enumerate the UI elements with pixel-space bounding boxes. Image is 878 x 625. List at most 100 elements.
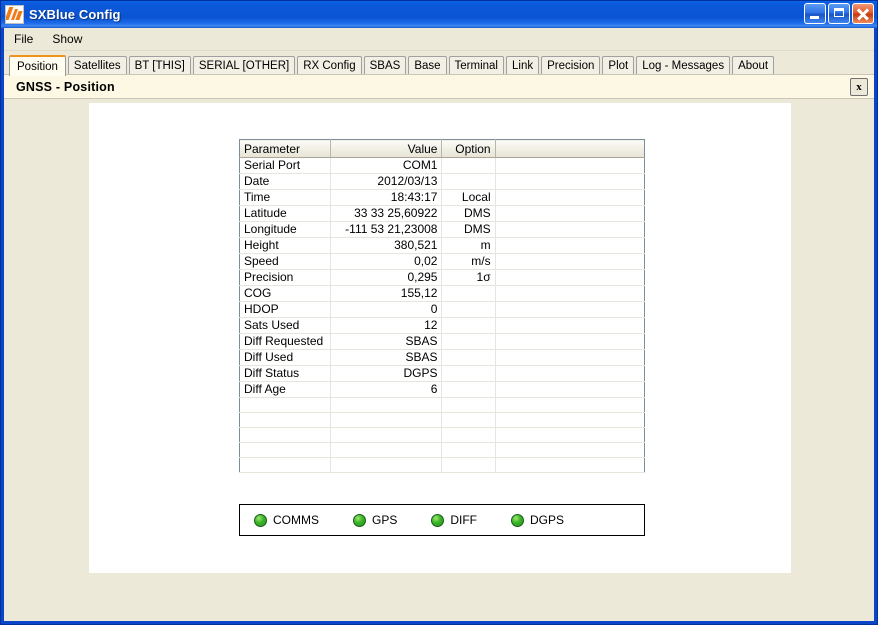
close-button[interactable]	[852, 3, 874, 24]
cell-option	[441, 317, 496, 334]
table-row[interactable]: COG 155,12	[239, 285, 645, 302]
cell-value: 33 33 25,60922	[330, 205, 443, 222]
column-header-blank[interactable]	[495, 139, 645, 158]
cell-option	[441, 301, 496, 318]
tab-log-messages[interactable]: Log - Messages	[636, 56, 731, 75]
cell-value: 12	[330, 317, 443, 334]
table-row[interactable]	[239, 397, 645, 413]
cell-parameter	[239, 442, 332, 458]
led-indicator-icon	[353, 513, 366, 527]
close-panel-button[interactable]: x	[850, 78, 868, 96]
tab-terminal[interactable]: Terminal	[448, 56, 504, 75]
column-header-parameter[interactable]: Parameter	[239, 139, 332, 158]
cell-value	[330, 412, 443, 428]
title-bar: SXBlue Config	[1, 1, 877, 28]
cell-blank	[495, 173, 645, 190]
led-indicator-icon	[254, 513, 267, 527]
menu-item-file[interactable]: File	[10, 30, 42, 48]
table-row[interactable]: Precision 0,295 1σ	[239, 269, 645, 286]
table-row[interactable]: Diff Requested SBAS	[239, 333, 645, 350]
table-row[interactable]: Serial Port COM1	[239, 157, 645, 174]
led-indicator-icon	[431, 513, 445, 527]
cell-parameter: Diff Requested	[239, 333, 332, 350]
page-header-bar: GNSS - Position x	[4, 74, 874, 99]
cell-parameter: Latitude	[239, 205, 332, 222]
status-label-comms: COMMS	[273, 513, 319, 527]
tab-link[interactable]: Link	[506, 56, 540, 75]
cell-option	[441, 173, 496, 190]
cell-parameter: Sats Used	[239, 317, 332, 334]
table-row[interactable]: Diff Status DGPS	[239, 365, 645, 382]
menu-item-show[interactable]: Show	[48, 30, 91, 48]
cell-value: 0,295	[330, 269, 443, 286]
tab-precision[interactable]: Precision	[541, 56, 601, 75]
status-indicator-diff: DIFF	[431, 513, 477, 527]
cell-blank	[495, 205, 645, 222]
cell-blank	[495, 349, 645, 366]
table-row[interactable]: Latitude 33 33 25,60922 DMS	[239, 205, 645, 222]
cell-parameter: Time	[239, 189, 332, 206]
cell-option	[441, 427, 496, 443]
table-row[interactable]: Sats Used 12	[239, 317, 645, 334]
cell-blank	[495, 253, 645, 270]
application-window: SXBlue Config File Show Position Satelli…	[0, 0, 878, 625]
cell-parameter	[239, 412, 332, 428]
cell-option: m/s	[441, 253, 496, 270]
maximize-button[interactable]	[828, 3, 850, 24]
minimize-button[interactable]	[804, 3, 826, 24]
table-body: Serial Port COM1 Date 2012/03/13 Time 18:43:1…	[239, 157, 645, 473]
tab-plot[interactable]: Plot	[602, 56, 635, 75]
table-row[interactable]: Diff Used SBAS	[239, 349, 645, 366]
cell-parameter: Diff Status	[239, 365, 332, 382]
menu-bar: File Show	[4, 28, 874, 51]
table-row[interactable]: HDOP 0	[239, 301, 645, 318]
cell-value: 380,521	[330, 237, 443, 254]
app-logo-icon	[5, 5, 24, 24]
table-row[interactable]: Speed 0,02 m/s	[239, 253, 645, 270]
tab-about[interactable]: About	[732, 56, 775, 75]
table-row[interactable]: Time 18:43:17 Local	[239, 189, 645, 206]
status-indicator-gps: GPS	[353, 513, 397, 527]
cell-blank	[495, 333, 645, 350]
cell-option	[441, 365, 496, 382]
tab-serial-other[interactable]: SERIAL [OTHER]	[192, 56, 296, 75]
table-row[interactable]: Longitude -111 53 21,23008 DMS	[239, 221, 645, 238]
table-row[interactable]	[239, 427, 645, 443]
cell-parameter: Height	[239, 237, 332, 254]
cell-value: SBAS	[330, 333, 443, 350]
cell-option	[441, 457, 496, 473]
table-row[interactable]: Height 380,521 m	[239, 237, 645, 254]
tab-satellites[interactable]: Satellites	[67, 56, 127, 75]
column-header-value[interactable]: Value	[330, 139, 443, 158]
cell-parameter	[239, 397, 332, 413]
cell-option	[441, 442, 496, 458]
cell-option: Local	[441, 189, 496, 206]
cell-blank	[495, 397, 645, 413]
tab-bt-this[interactable]: BT [THIS]	[128, 56, 191, 75]
cell-value: -111 53 21,23008	[330, 221, 443, 238]
cell-parameter: Precision	[239, 269, 332, 286]
column-header-option[interactable]: Option	[441, 139, 496, 158]
table-row[interactable]	[239, 457, 645, 473]
status-label-diff: DIFF	[450, 513, 478, 527]
table-row[interactable]	[239, 442, 645, 458]
cell-value: 6	[330, 381, 443, 398]
cell-option	[441, 381, 496, 398]
cell-blank	[495, 285, 645, 302]
table-row[interactable]	[239, 412, 645, 428]
table-row[interactable]: Diff Age 6	[239, 381, 645, 398]
tab-strip: Position Satellites BT [THIS] SERIAL [OT…	[4, 51, 874, 76]
cell-parameter	[239, 457, 332, 473]
cell-blank	[495, 427, 645, 443]
table-row[interactable]: Date 2012/03/13	[239, 173, 645, 190]
cell-option	[441, 285, 496, 302]
tab-sbas[interactable]: SBAS	[363, 56, 407, 75]
tab-base[interactable]: Base	[408, 56, 447, 75]
window-title: SXBlue Config	[29, 7, 121, 22]
cell-value: SBAS	[330, 349, 443, 366]
cell-parameter: Serial Port	[239, 157, 332, 174]
cell-parameter: Diff Used	[239, 349, 332, 366]
tab-rx-config[interactable]: RX Config	[297, 56, 362, 75]
cell-parameter: Date	[239, 173, 332, 190]
tab-position[interactable]: Position	[9, 55, 66, 76]
